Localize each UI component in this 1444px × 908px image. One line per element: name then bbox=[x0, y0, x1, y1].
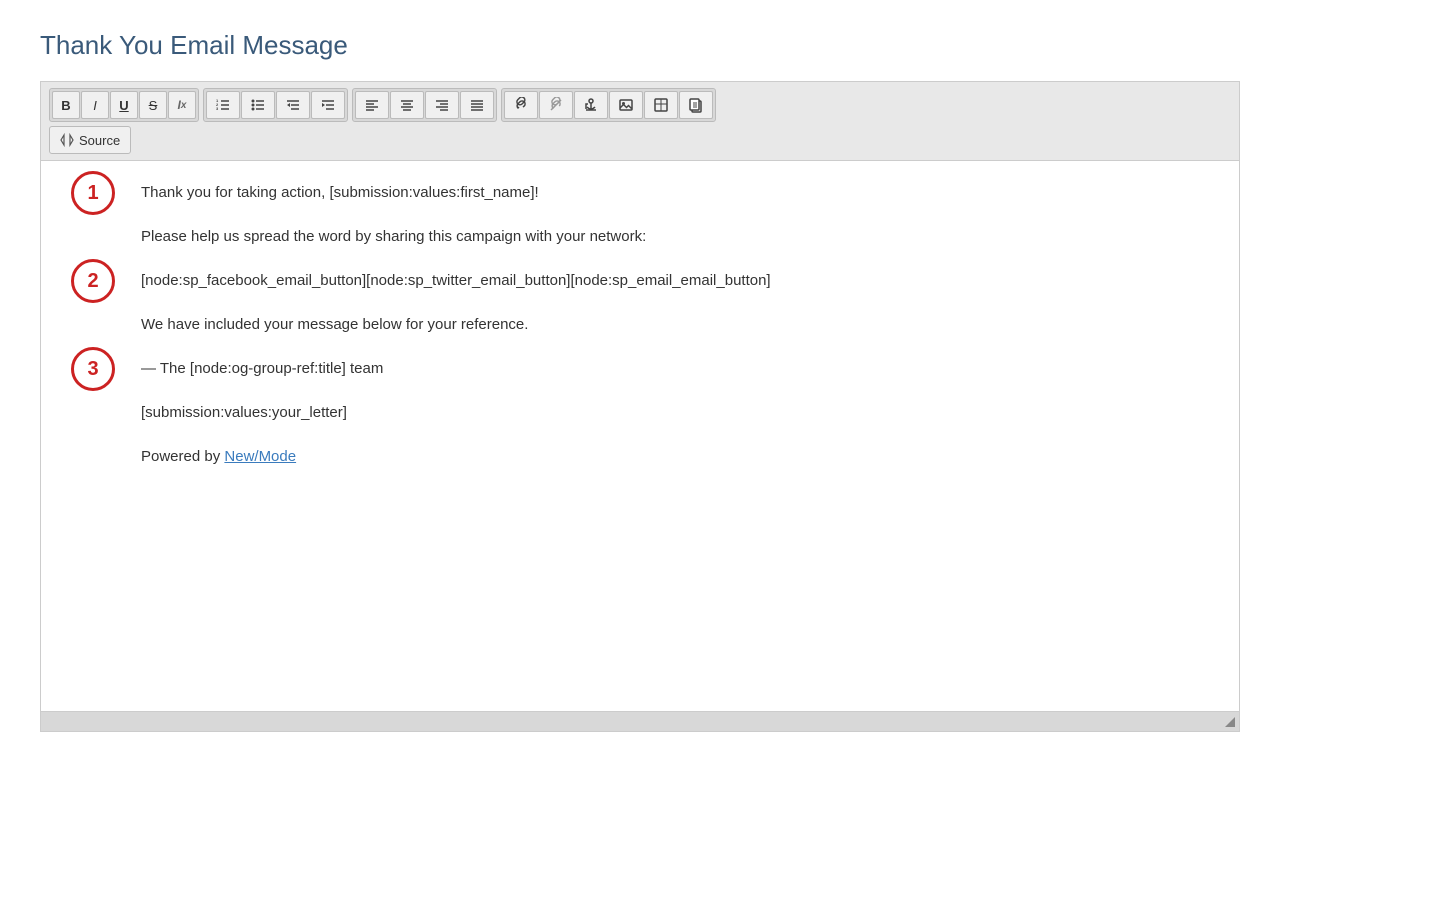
editor-footer bbox=[41, 711, 1239, 731]
paragraph-4-group: We have included your message below for … bbox=[141, 313, 1209, 337]
align-center-btn[interactable] bbox=[390, 91, 424, 119]
source-icon bbox=[60, 133, 74, 147]
underline-btn[interactable]: U bbox=[110, 91, 138, 119]
paragraph-3-group: 2 [node:sp_facebook_email_button][node:s… bbox=[141, 269, 1209, 293]
toolbar-row-1: B I U S Ix 123 bbox=[49, 88, 1231, 122]
paragraph-5-group: 3 — The [node:og-group-ref:title] team bbox=[141, 357, 1209, 381]
align-justify-btn[interactable] bbox=[460, 91, 494, 119]
paragraph-1: Thank you for taking action, [submission… bbox=[141, 181, 1209, 205]
paragraph-3: [node:sp_facebook_email_button][node:sp_… bbox=[141, 269, 1209, 293]
paragraph-2-group: Please help us spread the word by sharin… bbox=[141, 225, 1209, 249]
paragraph-5: — The [node:og-group-ref:title] team bbox=[141, 357, 1209, 381]
align-group bbox=[352, 88, 497, 122]
source-button[interactable]: Source bbox=[49, 126, 131, 154]
powered-by-text: Powered by bbox=[141, 448, 220, 465]
annotation-badge-3: 3 bbox=[71, 347, 115, 391]
toolbar-row-2: Source bbox=[49, 126, 1231, 154]
source-btn-label: Source bbox=[79, 133, 120, 148]
align-left-btn[interactable] bbox=[355, 91, 389, 119]
image-btn[interactable] bbox=[609, 91, 643, 119]
paste-btn[interactable] bbox=[679, 91, 713, 119]
bold-btn[interactable]: B bbox=[52, 91, 80, 119]
strikethrough-btn[interactable]: S bbox=[139, 91, 167, 119]
newmode-link[interactable]: New/Mode bbox=[224, 448, 296, 465]
indent-btn[interactable] bbox=[311, 91, 345, 119]
text-format-group: B I U S Ix bbox=[49, 88, 199, 122]
align-right-btn[interactable] bbox=[425, 91, 459, 119]
paragraph-2: Please help us spread the word by sharin… bbox=[141, 225, 1209, 249]
paragraph-4: We have included your message below for … bbox=[141, 313, 1209, 337]
page-title: Thank You Email Message bbox=[40, 30, 1404, 61]
resize-handle[interactable] bbox=[1225, 717, 1235, 727]
anchor-btn[interactable] bbox=[574, 91, 608, 119]
clear-formatting-btn[interactable]: Ix bbox=[168, 91, 196, 119]
link-btn[interactable] bbox=[504, 91, 538, 119]
annotation-badge-2: 2 bbox=[71, 259, 115, 303]
paragraph-7: Powered by New/Mode bbox=[141, 445, 1209, 469]
paragraph-7-group: Powered by New/Mode bbox=[141, 445, 1209, 469]
svg-text:3: 3 bbox=[216, 106, 219, 111]
paragraph-6: [submission:values:your_letter] bbox=[141, 401, 1209, 425]
annotation-badge-1: 1 bbox=[71, 171, 115, 215]
table-btn[interactable] bbox=[644, 91, 678, 119]
editor-body[interactable]: 1 Thank you for taking action, [submissi… bbox=[41, 161, 1239, 711]
insert-group bbox=[501, 88, 716, 122]
unlink-btn[interactable] bbox=[539, 91, 573, 119]
outdent-btn[interactable] bbox=[276, 91, 310, 119]
list-group: 123 bbox=[203, 88, 348, 122]
italic-btn[interactable]: I bbox=[81, 91, 109, 119]
toolbar: B I U S Ix 123 bbox=[41, 82, 1239, 161]
paragraph-1-group: 1 Thank you for taking action, [submissi… bbox=[141, 181, 1209, 205]
paragraph-6-group: [submission:values:your_letter] bbox=[141, 401, 1209, 425]
editor-container: B I U S Ix 123 bbox=[40, 81, 1240, 732]
unordered-list-btn[interactable] bbox=[241, 91, 275, 119]
ordered-list-btn[interactable]: 123 bbox=[206, 91, 240, 119]
